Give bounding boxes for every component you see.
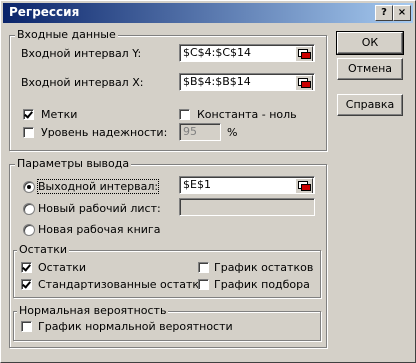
line-fit-plots-checkbox[interactable] (198, 279, 209, 290)
new-workbook-label[interactable]: Новая рабочая книга (38, 223, 160, 236)
residuals-group-label: Остатки (17, 243, 70, 256)
collapse-dialog-button-y[interactable] (295, 46, 313, 61)
percent-sign: % (227, 126, 238, 139)
confidence-level-label[interactable]: Уровень надежности: (41, 126, 167, 139)
close-icon: × (397, 7, 407, 18)
input-group-label: Входные данные (15, 28, 118, 41)
range-select-icon-accent (301, 52, 311, 59)
new-worksheet-radio[interactable] (23, 203, 35, 215)
residuals-checkbox[interactable] (21, 262, 32, 273)
help-title-button[interactable]: ? (375, 5, 393, 21)
output-range-value: $E$1 (183, 178, 211, 191)
ok-button[interactable]: ОК (336, 31, 404, 55)
regression-dialog: Регрессия ? × Входные данные Входной инт… (0, 0, 416, 363)
labels-checkbox-label[interactable]: Метки (41, 108, 77, 121)
output-range-label[interactable]: Выходной интервал: (36, 179, 160, 194)
input-x-label: Входной интервал X: (21, 76, 144, 89)
normal-probability-group-label: Нормальная вероятность (17, 304, 169, 317)
cancel-button[interactable]: Отмена (337, 58, 403, 80)
new-workbook-radio[interactable] (23, 224, 35, 236)
line-fit-plots-label[interactable]: График подбора (214, 278, 310, 291)
constant-zero-checkbox[interactable] (179, 109, 190, 120)
confidence-level-checkbox[interactable] (23, 127, 34, 138)
labels-checkbox[interactable] (23, 109, 34, 120)
normal-probability-plot-checkbox[interactable] (21, 321, 32, 332)
standardized-residuals-label[interactable]: Стандартизованные остатки (38, 278, 206, 291)
constant-zero-label[interactable]: Константа - ноль (197, 108, 297, 121)
new-worksheet-field[interactable] (179, 198, 315, 216)
confidence-level-field[interactable]: 95 (179, 123, 221, 141)
input-y-field[interactable]: $C$4:$C$14 (179, 44, 315, 62)
help-icon: ? (381, 7, 387, 18)
input-x-field[interactable]: $B$4:$B$14 (179, 73, 315, 91)
collapse-dialog-button-x[interactable] (295, 75, 313, 90)
range-select-icon-accent (301, 184, 311, 191)
help-button[interactable]: Справка (337, 94, 403, 116)
input-x-value: $B$4:$B$14 (183, 75, 251, 88)
residuals-label[interactable]: Остатки (38, 261, 86, 274)
close-title-button[interactable]: × (393, 5, 411, 21)
title-bar[interactable]: Регрессия ? × (3, 3, 413, 23)
residual-plots-checkbox[interactable] (198, 262, 209, 273)
confidence-level-value: 95 (183, 125, 197, 138)
new-worksheet-label[interactable]: Новый рабочий лист: (38, 202, 161, 215)
normal-probability-plot-label[interactable]: График нормальной вероятности (38, 320, 233, 333)
output-range-field[interactable]: $E$1 (179, 176, 315, 194)
residual-plots-label[interactable]: График остатков (214, 261, 313, 274)
output-options-label: Параметры вывода (15, 157, 132, 170)
input-y-value: $C$4:$C$14 (183, 46, 252, 59)
collapse-dialog-button-output[interactable] (295, 178, 313, 193)
dialog-title: Регрессия (9, 5, 80, 19)
standardized-residuals-checkbox[interactable] (21, 279, 32, 290)
input-y-label: Входной интервал Y: (21, 47, 142, 60)
range-select-icon-accent (301, 81, 311, 88)
output-range-radio[interactable] (23, 181, 35, 193)
